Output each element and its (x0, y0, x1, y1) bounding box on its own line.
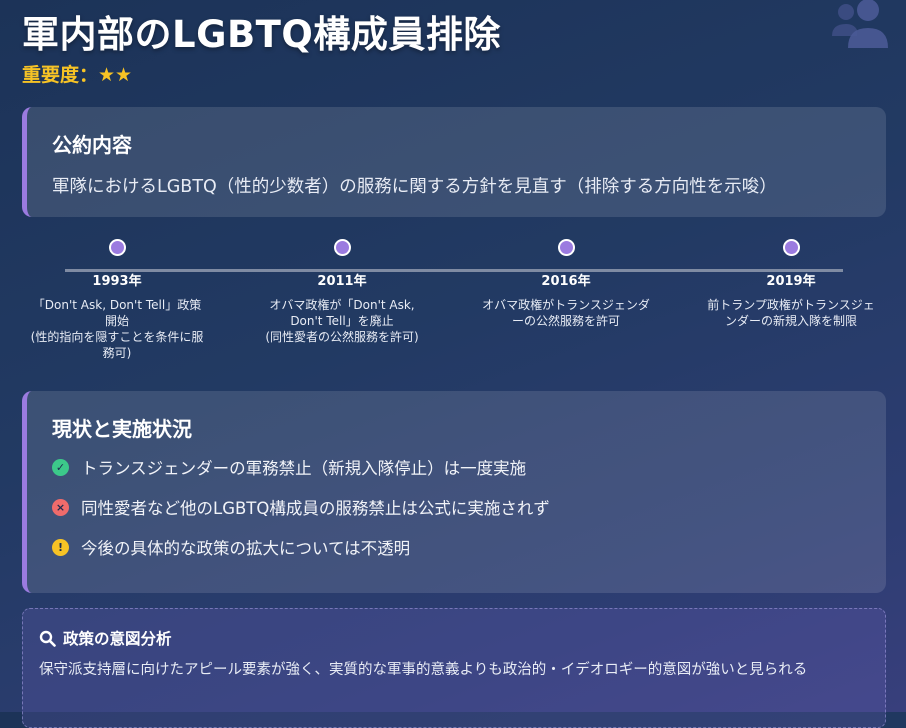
status-item: × 同性愛者など他のLGBTQ構成員の服務禁止は公式に実施されず (52, 495, 550, 519)
status-card: 現状と実施状況 ✓ トランスジェンダーの軍務禁止（新規入隊停止）は一度実施 × … (22, 391, 886, 593)
analysis-heading: 政策の意図分析 (63, 630, 172, 648)
timeline-dot (333, 239, 351, 256)
timeline-desc: オバマ政権がトランスジェンダーの公然服務を許可 (482, 298, 650, 328)
timeline-item: 2011年 オバマ政権が「Don't Ask, Don't Tell」を廃止 (同… (242, 236, 442, 345)
timeline-item: 2019年 前トランプ政権がトランスジェンダーの新規入隊を制限 (691, 236, 891, 329)
timeline-year: 2011年 (317, 274, 367, 289)
timeline-dot (108, 239, 126, 256)
search-icon (39, 630, 56, 647)
page-title: 軍内部のLGBTQ構成員排除 (22, 13, 501, 56)
timeline-year: 2016年 (541, 274, 591, 289)
timeline-item: 1993年 「Don't Ask, Don't Tell」政策開始 (性的指向を隠… (17, 236, 217, 361)
status-text: トランスジェンダーの軍務禁止（新規入隊停止）は一度実施 (81, 459, 527, 478)
status-item: ! 今後の具体的な政策の拡大については不透明 (52, 535, 410, 559)
exclamation-circle-icon: ! (52, 538, 69, 556)
people-group-icon (832, 0, 888, 48)
timeline-desc: 前トランプ政権がトランスジェンダーの新規入隊を制限 (707, 298, 875, 328)
analysis-text: 保守派支持層に向けたアピール要素が強く、実質的な軍事的意義よりも政治的・イデオロ… (39, 662, 808, 678)
pledge-heading: 公約内容 (52, 133, 132, 157)
timeline-item: 2016年 オバマ政権がトランスジェンダーの公然服務を許可 (466, 236, 666, 329)
x-circle-icon: × (52, 498, 69, 516)
timeline-dot (782, 239, 800, 256)
analysis-header: 政策の意図分析 (39, 627, 172, 649)
status-text: 同性愛者など他のLGBTQ構成員の服務禁止は公式に実施されず (81, 499, 550, 518)
pledge-card: 公約内容 軍隊におけるLGBTQ（性的少数者）の服務に関する方針を見直す（排除す… (22, 107, 886, 217)
timeline-dot (557, 239, 575, 256)
timeline-year: 2019年 (766, 274, 816, 289)
check-circle-icon: ✓ (52, 458, 69, 476)
importance-rating: 重要度：★★ (22, 64, 133, 86)
timeline: 1993年 「Don't Ask, Don't Tell」政策開始 (性的指向を隠… (22, 236, 886, 376)
status-text: 今後の具体的な政策の拡大については不透明 (81, 539, 411, 558)
analysis-card: 政策の意図分析 保守派支持層に向けたアピール要素が強く、実質的な軍事的意義よりも… (22, 608, 886, 728)
timeline-desc: 「Don't Ask, Don't Tell」政策開始 (性的指向を隠すことを条件… (30, 298, 204, 360)
timeline-year: 1993年 (92, 274, 142, 289)
pledge-text: 軍隊におけるLGBTQ（性的少数者）の服務に関する方針を見直す（排除する方向性を… (52, 177, 777, 197)
timeline-desc: オバマ政権が「Don't Ask, Don't Tell」を廃止 (同性愛者の公然… (265, 298, 419, 344)
status-item: ✓ トランスジェンダーの軍務禁止（新規入隊停止）は一度実施 (52, 455, 526, 479)
status-heading: 現状と実施状況 (52, 417, 192, 441)
